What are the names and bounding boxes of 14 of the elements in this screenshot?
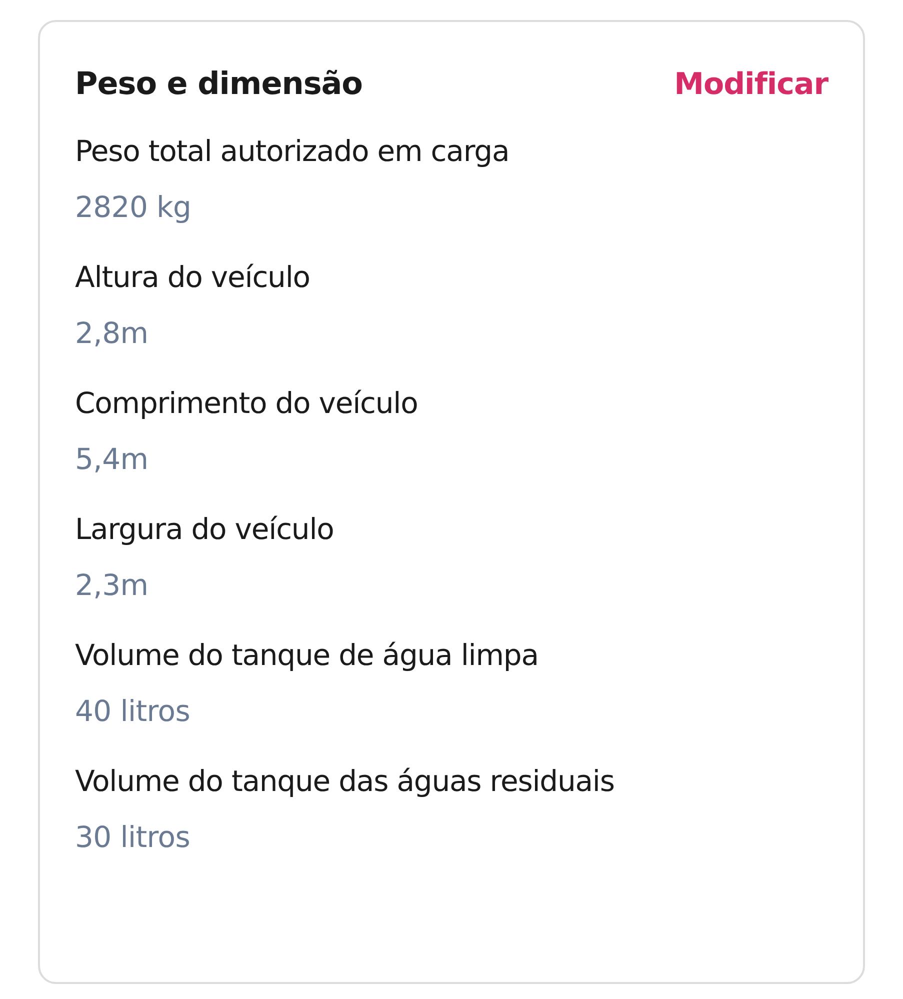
spec-value: 2,3m [75, 567, 150, 604]
section-title: Peso e dimensão [75, 66, 362, 102]
spec-label: Volume do tanque de água limpa [75, 637, 540, 674]
spec-label: Largura do veículo [75, 511, 335, 548]
spec-label: Volume do tanque das águas residuais [75, 763, 616, 800]
spec-label: Peso total autorizado em carga [75, 133, 510, 170]
spec-value: 2,8m [75, 315, 150, 352]
spec-value: 40 litros [75, 693, 192, 730]
spec-label: Comprimento do veículo [75, 385, 419, 422]
spec-value: 5,4m [75, 441, 150, 478]
spec-label: Altura do veículo [75, 259, 311, 296]
spec-value: 2820 kg [75, 189, 192, 226]
modify-link[interactable]: Modificar [674, 66, 828, 102]
spec-value: 30 litros [75, 819, 192, 856]
